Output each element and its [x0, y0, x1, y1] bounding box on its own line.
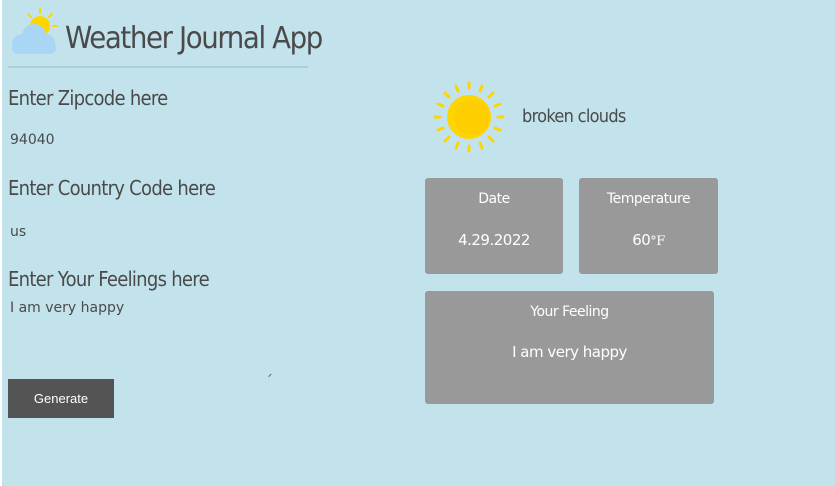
temperature-value: 60 [632, 231, 651, 249]
app-title: Weather Journal App [65, 21, 323, 56]
country-code-label: Enter Country Code here [8, 176, 216, 200]
weather-description: broken clouds [522, 106, 626, 127]
zipcode-label: Enter Zipcode here [8, 86, 168, 110]
temperature-card: Temperature 60°F [579, 178, 718, 274]
app-container: Weather Journal App Enter Zipcode here E… [2, 0, 835, 486]
partly-cloudy-icon [12, 8, 58, 54]
feeling-card-title: Your Feeling [530, 304, 609, 320]
temperature-display: 60°F [579, 231, 718, 249]
date-card-title: Date [478, 191, 510, 207]
feeling-card: Your Feeling I am very happy [425, 291, 714, 404]
date-card: Date 4.29.2022 [425, 178, 563, 274]
date-value: 4.29.2022 [458, 231, 530, 249]
generate-button[interactable]: Generate [8, 379, 114, 418]
feelings-textarea[interactable]: I am very happy [8, 300, 274, 376]
sun-icon [433, 81, 505, 153]
temperature-card-title: Temperature [606, 191, 691, 207]
app-header: Weather Journal App [8, 4, 323, 68]
zipcode-input[interactable] [8, 130, 212, 150]
temperature-unit: °F [650, 234, 665, 249]
country-code-input[interactable] [8, 222, 212, 242]
feeling-value: I am very happy [512, 343, 627, 361]
feelings-label: Enter Your Feelings here [8, 267, 210, 291]
